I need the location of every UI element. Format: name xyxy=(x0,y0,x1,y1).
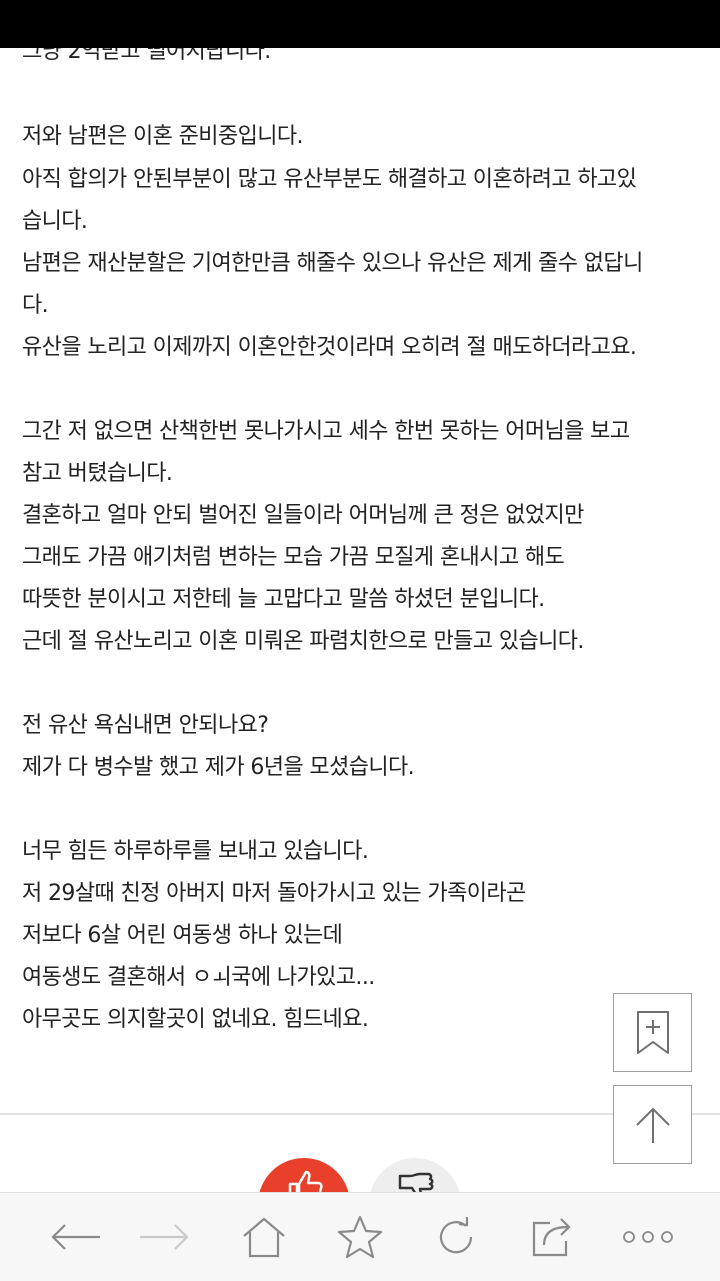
article-line: 따뜻한 분이시고 저한테 늘 고맙다고 말씀 하셨던 분입니다. xyxy=(22,587,545,612)
share-button[interactable] xyxy=(512,1193,592,1281)
article-line: 남편은 재산분할은 기여한만큼 해줄수 있으나 유산은 제게 줄수 없답니 xyxy=(22,251,643,276)
article-line: 그간 저 없으면 산책한번 못나가시고 세수 한번 못하는 어머님을 보고 xyxy=(22,419,630,444)
article-line: 저 29살때 친정 아버지 마저 돌아가시고 있는 가족이라곤 xyxy=(22,881,526,906)
forward-button[interactable] xyxy=(124,1193,204,1281)
star-icon xyxy=(337,1215,383,1259)
forward-arrow-icon xyxy=(140,1224,189,1250)
home-button[interactable] xyxy=(224,1193,304,1281)
bookmark-add-icon xyxy=(636,1010,669,1054)
favorite-button[interactable] xyxy=(320,1193,400,1281)
more-icon xyxy=(623,1231,673,1243)
content-divider xyxy=(0,1113,720,1115)
browser-bottom-bar xyxy=(0,1192,720,1281)
scroll-top-button[interactable] xyxy=(613,1085,692,1164)
article-line: 저와 남편은 이혼 준비중입니다. xyxy=(22,124,304,149)
article-line: 너무 힘든 하루하루를 보내고 있습니다. xyxy=(22,839,369,864)
share-icon xyxy=(532,1218,571,1257)
status-bar xyxy=(0,0,720,48)
article-line: 여동생도 결혼해서 ㅇㅚ국에 나가있고... xyxy=(22,965,375,990)
article-line: 다. xyxy=(22,293,49,318)
home-icon xyxy=(243,1217,285,1258)
refresh-button[interactable] xyxy=(416,1193,496,1281)
article-line: 그래도 가끔 애기처럼 변하는 모습 가끔 모질게 혼내시고 해도 xyxy=(22,545,565,570)
article-line: 저보다 6살 어린 여동생 하나 있는데 xyxy=(22,923,343,948)
refresh-icon xyxy=(439,1217,473,1254)
article-line: 유산을 노리고 이제까지 이혼안한것이라며 오히려 절 매도하더라고요. xyxy=(22,335,637,360)
article-line: 제가 다 병수발 했고 제가 6년을 모셨습니다. xyxy=(22,755,415,780)
article-line: 아직 합의가 안된부분이 많고 유산부분도 해결하고 이혼하려고 하고있 xyxy=(22,167,637,192)
back-button[interactable] xyxy=(36,1193,116,1281)
article-line: 근데 절 유산노리고 이혼 미뤄온 파렴치한으로 만들고 있습니다. xyxy=(22,629,584,654)
arrow-up-icon xyxy=(635,1107,670,1143)
back-arrow-icon xyxy=(51,1224,100,1250)
article-line: 아무곳도 의지할곳이 없네요. 힘드네요. xyxy=(22,1007,369,1032)
article-line: 전 유산 욕심내면 안되나요? xyxy=(22,713,269,738)
article-line: 습니다. xyxy=(22,209,88,234)
bookmark-add-button[interactable] xyxy=(613,993,692,1072)
article-line: 결혼하고 얼마 안되 벌어진 일들이라 어머님께 큰 정은 없었지만 xyxy=(22,503,584,528)
article-body: 그냥 2억받고 떨어지랍니다. 저와 남편은 이혼 준비중입니다. 아직 합의가… xyxy=(0,0,720,1110)
more-button[interactable] xyxy=(608,1193,688,1281)
article-line: 참고 버텼습니다. xyxy=(22,461,173,486)
